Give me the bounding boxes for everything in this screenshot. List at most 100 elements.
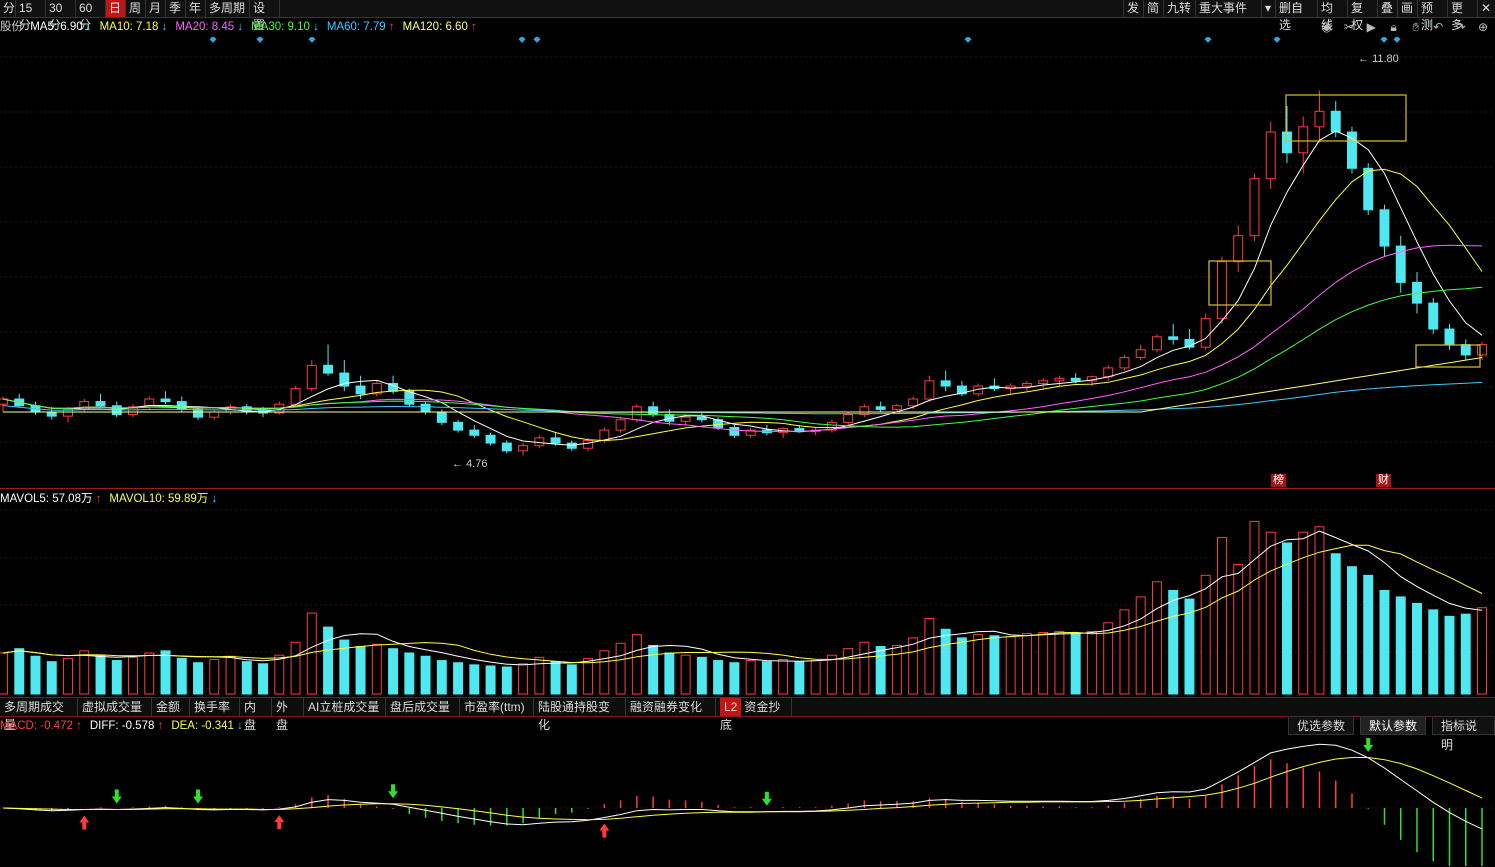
default-params-button[interactable]: 默认参数 xyxy=(1360,716,1427,735)
toolbar-right-5[interactable]: 删自选 xyxy=(1275,0,1317,32)
event-diamond-7[interactable] xyxy=(1273,37,1281,43)
indicator-tab-9[interactable]: 陆股通持股变化 xyxy=(534,698,626,732)
dea-line xyxy=(2,757,1483,821)
toolbar-right-9[interactable]: 画 xyxy=(1397,0,1417,17)
volume-bar-67 xyxy=(1086,630,1097,695)
toolbar-right-6[interactable]: 均线 xyxy=(1317,0,1347,32)
period-tab-9[interactable]: 多周期 xyxy=(206,0,250,17)
candle-61 xyxy=(989,378,1000,392)
volume-bar-25 xyxy=(404,652,415,695)
indicator-tab-2[interactable]: 金额 xyxy=(152,698,190,716)
candle-63 xyxy=(1021,380,1032,392)
vol-legend-item-1: MAVOL10: 59.89万 ↓ xyxy=(109,493,218,505)
event-diamond-3[interactable] xyxy=(518,37,526,43)
event-diamond-6[interactable] xyxy=(1204,37,1212,43)
volume-bar-29 xyxy=(469,664,480,695)
ma-legend-item-4: MA60: 7.79 ↑ xyxy=(326,21,395,33)
candle-8 xyxy=(128,404,138,418)
candle-53 xyxy=(859,404,870,418)
optimal-params-button[interactable]: 优选参数 xyxy=(1288,716,1355,735)
low-price-label: ← 4.76 xyxy=(452,458,488,470)
volume-bar-30 xyxy=(485,665,496,695)
candle-18 xyxy=(290,386,301,407)
volume-bar-65 xyxy=(1054,630,1065,695)
toolbar-right-10[interactable]: 预测 xyxy=(1417,0,1447,32)
indicator-tab-6[interactable]: AI立桩成交量 xyxy=(304,698,386,716)
volume-bar-87 xyxy=(1412,602,1422,695)
volume-bar-71 xyxy=(1151,581,1162,695)
event-diamond-2[interactable] xyxy=(308,37,316,43)
indicator-tab-5[interactable]: 外盘 xyxy=(272,698,304,732)
volume-bar-9 xyxy=(144,652,155,695)
indicator-tab-8[interactable]: 市盈率(ttm) xyxy=(460,698,534,716)
event-diamond-5[interactable] xyxy=(964,37,972,43)
undo-icon[interactable]: ↶ xyxy=(1430,20,1446,34)
add-icon[interactable]: ⊕ xyxy=(1475,20,1491,34)
period-tab-2[interactable]: 30分 xyxy=(46,0,76,32)
eye-icon[interactable]: ◉ xyxy=(1319,20,1335,34)
volume-bar-32 xyxy=(518,663,529,695)
volume-bar-53 xyxy=(859,641,870,695)
indicator-help-button[interactable]: 指标说明 xyxy=(1432,716,1495,752)
volume-bar-55 xyxy=(891,644,902,695)
candle-4 xyxy=(63,406,73,423)
indicator-tab-3[interactable]: 换手率 xyxy=(190,698,240,716)
period-tab-1[interactable]: 15分 xyxy=(16,0,46,32)
event-diamond-9[interactable] xyxy=(1393,37,1401,43)
volume-bar-91 xyxy=(1477,607,1487,695)
volume-chart[interactable] xyxy=(0,508,1495,696)
indicator-tab-0[interactable]: 多周期成交量 xyxy=(0,698,78,732)
toolbar-right-3[interactable]: 重大事件 xyxy=(1195,0,1261,17)
indicator-tab-1[interactable]: 虚拟成交量 xyxy=(78,698,152,716)
volume-bar-13 xyxy=(209,658,220,695)
period-tab-8[interactable]: 年 xyxy=(186,0,206,17)
bang-marker[interactable]: 榜 xyxy=(1271,474,1286,487)
scissors-icon[interactable]: ✂ xyxy=(1341,20,1357,34)
redo-icon[interactable]: ↷ xyxy=(1453,20,1469,34)
toolbar-right-11[interactable]: 更多 xyxy=(1447,0,1477,32)
price-chart[interactable] xyxy=(0,37,1495,487)
candle-38 xyxy=(615,417,626,433)
volume-bar-61 xyxy=(989,635,1000,695)
toolbar-right-2[interactable]: 九转 xyxy=(1163,0,1195,17)
period-tab-5[interactable]: 周 xyxy=(126,0,146,17)
cai-marker[interactable]: 财 xyxy=(1376,474,1391,487)
toolbar-right-4[interactable]: ▾ xyxy=(1261,0,1275,17)
event-diamond-8[interactable] xyxy=(1380,37,1388,43)
event-diamond-0[interactable] xyxy=(209,37,217,43)
volume-bar-43 xyxy=(696,656,707,695)
volume-bar-59 xyxy=(956,637,967,695)
indicator-tab-10[interactable]: 融资融券变化 xyxy=(626,698,716,716)
toolbar-right-0[interactable]: 发 xyxy=(1123,0,1143,17)
l2-badge: L2 xyxy=(720,698,742,716)
toolbar-right-8[interactable]: 叠 xyxy=(1377,0,1397,17)
candle-79 xyxy=(1281,106,1292,164)
volume-bar-16 xyxy=(258,663,269,695)
period-tab-6[interactable]: 月 xyxy=(146,0,166,17)
play-icon[interactable]: ▶ xyxy=(1363,20,1379,34)
lock-icon[interactable]: 🔒︎ xyxy=(1386,20,1402,35)
candle-6 xyxy=(95,393,106,407)
event-diamond-4[interactable] xyxy=(533,37,541,43)
indicator-tab-4[interactable]: 内盘 xyxy=(240,698,272,732)
period-tab-10[interactable]: 设置 xyxy=(250,0,280,32)
stock-name: 股份 xyxy=(0,21,23,33)
volume-bar-6 xyxy=(95,654,106,695)
indicator-tab-7[interactable]: 盘后成交量 xyxy=(386,698,460,716)
toolbar-right-7[interactable]: 复权 xyxy=(1347,0,1377,32)
indicator-tab-11[interactable]: L2 资金抄底 xyxy=(716,698,792,732)
volume-bar-4 xyxy=(63,657,73,695)
candle-78 xyxy=(1265,121,1276,190)
period-tab-3[interactable]: 60分 xyxy=(76,0,106,32)
period-tab-0[interactable]: 分 xyxy=(0,0,16,17)
hand-icon[interactable]: ✋︎ xyxy=(1408,20,1424,35)
toolbar-right-12[interactable]: ✕ xyxy=(1477,0,1495,17)
period-tab-7[interactable]: 季 xyxy=(166,0,186,17)
mavol-10-line xyxy=(2,544,1483,664)
candle-51 xyxy=(826,419,837,433)
toolbar-right-1[interactable]: 简 xyxy=(1143,0,1163,17)
volume-bar-90 xyxy=(1460,613,1471,695)
period-tab-4[interactable]: 日 xyxy=(106,0,126,17)
macd-chart[interactable] xyxy=(0,738,1495,866)
event-diamond-1[interactable] xyxy=(256,37,264,43)
